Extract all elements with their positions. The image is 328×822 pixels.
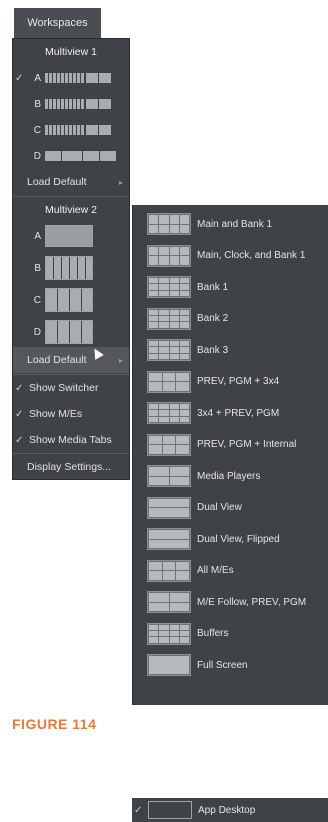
grid-layout-icon [45,288,93,312]
submenu-item[interactable]: Buffers [133,619,328,649]
submenu-item-label: Dual View, Flipped [197,533,280,545]
submenu-item[interactable]: Media Players [133,461,328,491]
option-label: Show Media Tabs [29,434,112,446]
submenu-item-label: M/E Follow, PREV, PGM [197,596,307,608]
option-letter: A [34,230,41,242]
submenu-arrow-icon: ▸ [118,177,123,187]
multiview1-load-default[interactable]: Load Default ▸ [13,169,129,195]
layout-preview-icon [147,370,191,393]
show-mes-toggle[interactable]: ✓ Show M/Es [13,401,129,427]
layout-preview-icon [147,559,191,582]
layout-preview-icon [147,433,191,456]
show-switcher-toggle[interactable]: ✓ Show Switcher [13,375,129,401]
option-letter: C [33,124,41,136]
submenu-item[interactable]: All M/Es [133,556,328,586]
checkmark-icon: ✓ [134,804,143,816]
layout-preview-icon [147,465,191,487]
submenu-item-label: Full Screen [197,659,248,671]
option-letter: A [34,72,41,84]
app-desktop-item[interactable]: ✓ App Desktop [132,798,328,822]
load-default-label: Load Default [27,176,87,188]
layout-strip-icon [45,73,111,83]
layout-strip-icon [45,151,116,161]
submenu-item[interactable]: 3x4 + PREV, PGM [133,398,328,428]
checkmark-icon: ✓ [15,408,24,420]
checkmark-icon: ✓ [15,434,24,446]
layout-preview-icon [147,339,191,361]
checkmark-icon: ✓ [15,382,24,394]
single-view-layout-icon [45,225,93,247]
submenu-item-label: Bank 2 [197,313,229,324]
multiview2-load-default[interactable]: Load Default ▸ [13,347,129,373]
submenu-item-label: Bank 3 [197,344,229,356]
grid-layout-icon [45,320,93,344]
option-letter: D [33,326,41,338]
submenu-item-label: Main and Bank 1 [197,218,273,230]
multiview2-option-d[interactable]: D [13,317,129,347]
layout-preview-icon [147,307,191,330]
submenu-item[interactable]: PREV, PGM + 3x4 [133,367,328,397]
load-default-submenu: Main and Bank 1 Main, Clock, and Bank 1 Ba… [132,205,328,705]
app-desktop-label: App Desktop [198,804,256,816]
display-settings-label: Display Settings... [27,461,112,473]
layout-preview-icon [147,654,191,676]
submenu-item[interactable]: Bank 2 [133,304,328,334]
submenu-item[interactable]: Main, Clock, and Bank 1 [133,241,328,271]
multiview2-option-c[interactable]: C [13,285,129,315]
option-letter: C [33,294,41,306]
figure-caption: FIGURE 114 [12,716,97,732]
layout-preview-icon [147,622,191,645]
checkmark-icon: ✓ [15,72,24,84]
layout-preview-icon [147,402,191,424]
submenu-arrow-icon: ▸ [118,355,123,365]
submenu-item-label: Main, Clock, and Bank 1 [197,250,306,261]
submenu-item[interactable]: Dual View, Flipped [133,524,328,554]
submenu-item-label: All M/Es [197,565,234,576]
show-media-tabs-toggle[interactable]: ✓ Show Media Tabs [13,427,129,453]
submenu-item-label: Dual View [197,502,242,513]
multiview1-header: Multiview 1 [45,46,97,58]
submenu-item[interactable]: Bank 1 [133,272,328,302]
submenu-item-label: Media Players [197,470,261,482]
option-label: Show M/Es [29,408,83,420]
multiview2-option-a[interactable]: A [13,221,129,251]
layout-preview-icon [147,244,191,267]
submenu-item-label: PREV, PGM + 3x4 [197,376,280,387]
multiview2-header: Multiview 2 [45,204,97,216]
layout-preview-icon [147,496,191,519]
multiview1-option-a[interactable]: ✓ A [13,65,129,91]
layout-preview-icon [147,591,191,613]
submenu-item-label: Bank 1 [197,281,229,293]
submenu-item[interactable]: Full Screen [133,650,328,680]
load-default-label: Load Default [27,354,87,366]
layout-preview-icon [147,276,191,298]
multiview1-option-d[interactable]: D [13,143,129,169]
layout-strip-icon [45,99,111,109]
multiview1-option-b[interactable]: B [13,91,129,117]
option-letter: D [33,150,41,162]
multiview2-option-b[interactable]: B [13,253,129,283]
submenu-item[interactable]: Dual View [133,493,328,523]
submenu-item[interactable]: Main and Bank 1 [133,209,328,239]
workspaces-menu: Multiview 1 ✓ A B C D Load Default ▸ Mul… [12,38,130,480]
desktop-layout-icon [148,801,192,819]
workspaces-button[interactable]: Workspaces [14,8,101,39]
option-letter: B [34,262,41,274]
submenu-item-label: PREV, PGM + Internal [197,439,297,450]
layout-preview-icon [147,528,191,550]
option-label: Show Switcher [29,382,99,394]
layout-preview-icon [147,213,191,235]
submenu-item[interactable]: PREV, PGM + Internal [133,430,328,460]
submenu-item-label: 3x4 + PREV, PGM [197,407,280,419]
multiview1-option-c[interactable]: C [13,117,129,143]
display-settings-item[interactable]: Display Settings... [13,454,129,480]
option-letter: B [34,98,41,110]
submenu-item[interactable]: Bank 3 [133,335,328,365]
submenu-item[interactable]: M/E Follow, PREV, PGM [133,587,328,617]
submenu-item-label: Buffers [197,628,229,639]
grid-layout-icon [45,256,93,280]
layout-strip-icon [45,125,111,135]
